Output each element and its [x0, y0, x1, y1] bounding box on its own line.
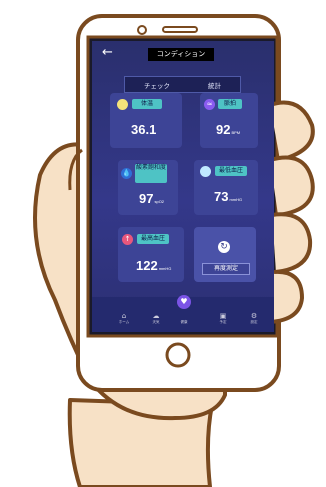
tab-check[interactable]: チェック [144, 80, 170, 90]
metric-label: 脈拍 [218, 99, 242, 109]
nav-item-home[interactable]: ⌂ ホーム [114, 312, 134, 325]
app-screen: ← コンディション チェック 統計 体温 36.1 ≈ 脈拍 92BPM 💧 酸… [92, 41, 274, 332]
metric-card-oxygen: 💧 酸素飽和度 97spO2 [118, 160, 178, 215]
settings-icon: ⚙ [250, 312, 258, 320]
illustration-stage: ← コンディション チェック 統計 体温 36.1 ≈ 脈拍 92BPM 💧 酸… [0, 0, 326, 487]
top-bar: ← コンディション [92, 41, 274, 67]
arrow-up-icon: ↑ [122, 234, 133, 245]
drop-icon: 💧 [121, 168, 132, 179]
tab-stats[interactable]: 統計 [208, 80, 221, 90]
metric-label: 酸素飽和度 [135, 164, 167, 183]
metric-value: 73mmHG [214, 189, 243, 204]
bottom-nav: ⌂ ホーム ☁ 天気 ♥ 健康 ▣ 予定 ⚙ 設定 [92, 295, 274, 332]
metric-card-heart-rate: ≈ 脈拍 92BPM [200, 93, 258, 148]
remeasure-button[interactable]: 再度測定 [202, 263, 250, 275]
nav-item-settings[interactable]: ⚙ 設定 [244, 312, 264, 325]
nav-item-schedule[interactable]: ▣ 予定 [213, 312, 233, 325]
metric-label: 体温 [132, 99, 162, 109]
metric-value: 36.1 [131, 122, 157, 137]
back-arrow-icon[interactable]: ← [102, 46, 113, 60]
metric-card-max-bp: ↑ 最高血圧 122mmHG [118, 227, 184, 282]
metric-card-temperature: 体温 36.1 [110, 93, 182, 148]
home-icon: ⌂ [121, 312, 127, 320]
remeasure-card[interactable]: ↻ 再度測定 [194, 227, 256, 282]
tab-bar: チェック 統計 [124, 76, 241, 93]
sun-icon [117, 99, 128, 110]
nav-item-weather[interactable]: ☁ 天気 [146, 312, 166, 325]
heartbeat-icon: ≈ [204, 99, 215, 110]
metric-value: 92BPM [216, 122, 241, 137]
calendar-icon: ▣ [219, 312, 227, 320]
heart-icon[interactable]: ♥ [177, 295, 191, 309]
page-title: コンディション [148, 48, 214, 61]
metric-label: 最低血圧 [215, 166, 247, 176]
refresh-icon[interactable]: ↻ [218, 241, 230, 253]
metric-value: 97spO2 [139, 191, 165, 206]
circle-icon [200, 166, 211, 177]
metric-value: 122mmHG [136, 258, 172, 273]
cloud-icon: ☁ [152, 312, 160, 320]
metric-card-min-bp: 最低血圧 73mmHG [194, 160, 258, 215]
nav-item-health[interactable]: 健康 [174, 315, 194, 325]
metric-label: 最高血圧 [137, 234, 169, 244]
